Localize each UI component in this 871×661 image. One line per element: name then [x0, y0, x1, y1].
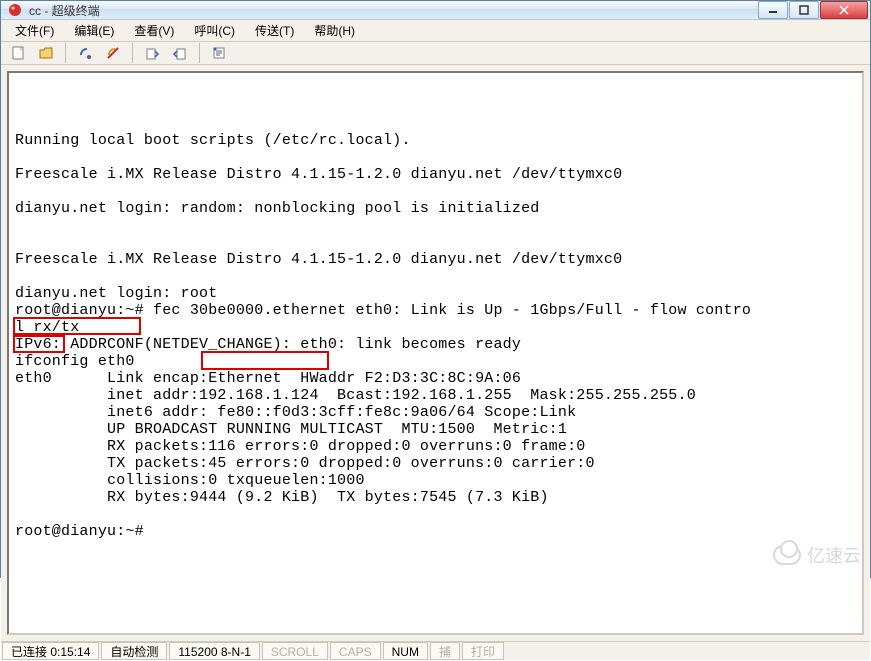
- status-connected: 已连接 0:15:14: [2, 642, 99, 660]
- status-baud: 115200 8-N-1: [169, 642, 260, 660]
- separator-icon: [65, 43, 66, 63]
- receive-button[interactable]: [169, 42, 191, 64]
- toolbar: [1, 42, 870, 65]
- separator-icon: [132, 43, 133, 63]
- window-title: cc - 超级终端: [29, 2, 758, 19]
- menu-call[interactable]: 呼叫(C): [186, 20, 243, 41]
- disconnect-button[interactable]: [102, 42, 124, 64]
- window-controls: [758, 1, 868, 19]
- status-capture: 捕: [430, 642, 460, 660]
- properties-button[interactable]: [208, 42, 230, 64]
- new-button[interactable]: [7, 42, 29, 64]
- app-window: cc - 超级终端 文件(F) 编辑(E) 查看(V) 呼叫(C) 传送(T) …: [0, 0, 871, 578]
- status-num: NUM: [383, 642, 428, 660]
- status-print: 打印: [462, 642, 504, 660]
- separator-icon: [199, 43, 200, 63]
- menu-edit[interactable]: 编辑(E): [66, 20, 122, 41]
- menu-transfer[interactable]: 传送(T): [247, 20, 302, 41]
- status-caps: CAPS: [330, 642, 381, 660]
- menu-view[interactable]: 查看(V): [126, 20, 182, 41]
- app-icon: [7, 2, 23, 18]
- statusbar: 已连接 0:15:14 自动检测 115200 8-N-1 SCROLL CAP…: [1, 641, 870, 660]
- close-button[interactable]: [820, 1, 868, 19]
- status-autodetect: 自动检测: [101, 642, 167, 660]
- minimize-button[interactable]: [758, 1, 788, 19]
- terminal[interactable]: Running local boot scripts (/etc/rc.loca…: [7, 71, 864, 635]
- terminal-panel: Running local boot scripts (/etc/rc.loca…: [1, 65, 870, 641]
- connect-button[interactable]: [74, 42, 96, 64]
- maximize-button[interactable]: [789, 1, 819, 19]
- titlebar[interactable]: cc - 超级终端: [1, 1, 870, 20]
- menubar: 文件(F) 编辑(E) 查看(V) 呼叫(C) 传送(T) 帮助(H): [1, 20, 870, 42]
- menu-help[interactable]: 帮助(H): [306, 20, 363, 41]
- menu-file[interactable]: 文件(F): [7, 20, 62, 41]
- open-button[interactable]: [35, 42, 57, 64]
- send-button[interactable]: [141, 42, 163, 64]
- terminal-output: Running local boot scripts (/etc/rc.loca…: [15, 115, 856, 540]
- status-scroll: SCROLL: [262, 642, 328, 660]
